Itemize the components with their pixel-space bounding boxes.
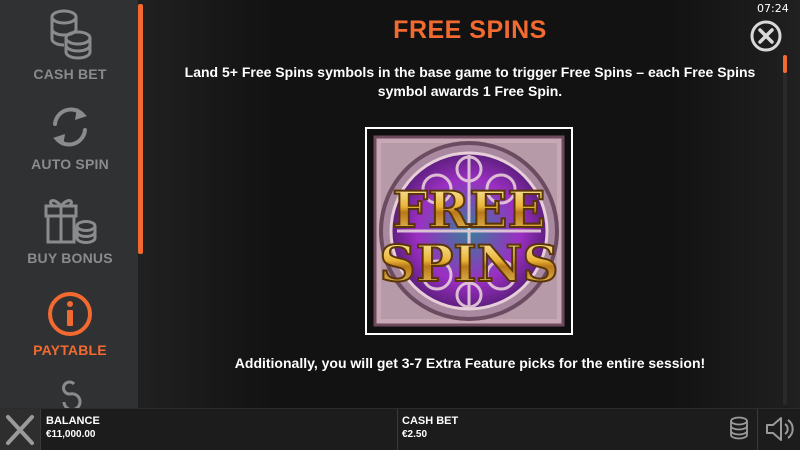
close-button[interactable] bbox=[750, 20, 782, 52]
info-icon bbox=[48, 292, 92, 336]
menu-close-button[interactable] bbox=[0, 409, 40, 450]
symbol-text-spins: SPINS bbox=[380, 234, 559, 293]
extra-feature-text: Additionally, you will get 3-7 Extra Fea… bbox=[234, 355, 706, 371]
gift-icon bbox=[44, 199, 97, 244]
speaker-icon bbox=[766, 417, 794, 441]
balance-label: BALANCE bbox=[46, 415, 100, 427]
sidebar-item-label: CASH BET bbox=[33, 66, 107, 82]
cash-bet-display: CASH BET €2.50 bbox=[402, 415, 458, 442]
bottom-bar: BALANCE €11,000.00 CASH BET €2.50 bbox=[0, 408, 800, 450]
page-title: FREE SPINS bbox=[393, 16, 547, 44]
content-scroll-thumb[interactable] bbox=[783, 55, 787, 73]
status-clock: 07:24 bbox=[757, 2, 789, 15]
content-scrollbar[interactable] bbox=[783, 55, 787, 405]
balance-display: BALANCE €11,000.00 bbox=[46, 415, 100, 442]
divider bbox=[40, 409, 41, 450]
sidebar: CASH BET AUTO SPIN BUY BONUS PAYTABLE bbox=[0, 0, 143, 408]
feature-description: Land 5+ Free Spins symbols in the base g… bbox=[184, 64, 756, 99]
cash-bet-value: €2.50 bbox=[402, 429, 428, 440]
close-icon bbox=[750, 20, 782, 52]
sound-button[interactable] bbox=[764, 415, 794, 448]
settings-partial-icon bbox=[62, 380, 82, 408]
sidebar-item-auto-spin[interactable]: AUTO SPIN bbox=[0, 102, 140, 172]
coins-icon bbox=[730, 416, 748, 440]
sidebar-item-cash-bet[interactable]: CASH BET bbox=[0, 8, 140, 82]
paytable-panel: FREE SPINS Land 5+ Free Spins symbols in… bbox=[143, 0, 800, 408]
cash-bet-label: CASH BET bbox=[402, 415, 459, 427]
close-icon bbox=[6, 415, 34, 445]
sidebar-item-label: BUY BONUS bbox=[27, 250, 113, 266]
free-spins-symbol-art: FREE SPINS bbox=[373, 135, 565, 327]
coins-icon bbox=[50, 9, 92, 60]
bet-coins-button[interactable] bbox=[728, 415, 750, 448]
sidebar-item-label: PAYTABLE bbox=[33, 342, 107, 358]
free-spins-symbol: FREE SPINS bbox=[365, 127, 573, 335]
sidebar-item-buy-bonus[interactable]: BUY BONUS bbox=[0, 192, 140, 266]
sidebar-item-label: AUTO SPIN bbox=[31, 156, 109, 172]
refresh-icon bbox=[53, 107, 87, 147]
divider bbox=[757, 409, 758, 450]
divider bbox=[397, 409, 398, 450]
balance-value: €11,000.00 bbox=[46, 429, 96, 440]
sidebar-item-paytable[interactable]: PAYTABLE bbox=[0, 290, 140, 358]
sidebar-item-partial[interactable] bbox=[0, 380, 140, 408]
symbol-text-free: FREE bbox=[392, 180, 545, 239]
